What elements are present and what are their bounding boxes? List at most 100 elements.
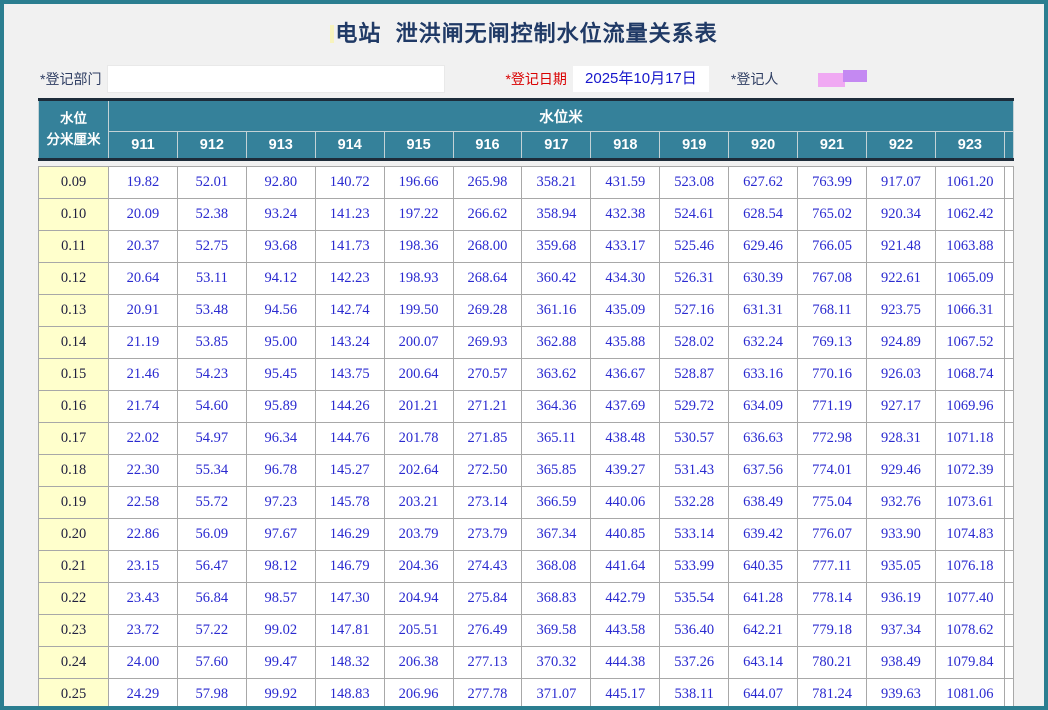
group-header-row: 水位 分米厘米 水位米 <box>39 100 1014 132</box>
row-spacer-cell <box>1004 327 1013 359</box>
cell-0.24-919: 537.26 <box>660 647 729 679</box>
cell-0.13-914: 142.74 <box>315 295 384 327</box>
cell-0.25-916: 277.78 <box>453 679 522 710</box>
row-spacer-cell <box>1004 199 1013 231</box>
cell-0.14-911: 21.19 <box>109 327 178 359</box>
date-field[interactable]: 2025年10月17日 <box>573 66 709 92</box>
table-row: 0.1421.1953.8595.00143.24200.07269.93362… <box>39 327 1014 359</box>
cell-0.23-913: 99.02 <box>246 615 315 647</box>
column-header-923: 923 <box>935 132 1004 160</box>
cell-0.17-912: 54.97 <box>177 423 246 455</box>
cell-0.23-915: 205.51 <box>384 615 453 647</box>
cell-0.21-918: 441.64 <box>591 551 660 583</box>
cell-0.25-912: 57.98 <box>177 679 246 710</box>
table-body: 0.0919.8252.0192.80140.72196.66265.98358… <box>39 160 1014 710</box>
cell-0.25-911: 24.29 <box>109 679 178 710</box>
cell-0.15-912: 54.23 <box>177 359 246 391</box>
cell-0.09-921: 763.99 <box>798 167 867 199</box>
date-label: *登记日期 <box>505 69 566 89</box>
registrant-signature-redaction <box>818 70 868 88</box>
dept-input[interactable] <box>107 65 445 93</box>
cell-0.10-919: 524.61 <box>660 199 729 231</box>
column-header-911: 911 <box>109 132 178 160</box>
cell-0.24-911: 24.00 <box>109 647 178 679</box>
title-bar: 电站 泄洪闸无闸控制水位流量关系表 <box>4 17 1044 51</box>
column-header-921: 921 <box>798 132 867 160</box>
cell-0.21-917: 368.08 <box>522 551 591 583</box>
dept-label: *登记部门 <box>40 69 101 89</box>
registration-form-row: *登记部门 *登记日期 2025年10月17日 *登记人 <box>40 64 1044 94</box>
cell-0.19-912: 55.72 <box>177 487 246 519</box>
cell-0.16-918: 437.69 <box>591 391 660 423</box>
table-row: 0.2022.8656.0997.67146.29203.79273.79367… <box>39 519 1014 551</box>
row-header-0.25: 0.25 <box>39 679 109 710</box>
cell-0.23-919: 536.40 <box>660 615 729 647</box>
cell-0.25-914: 148.83 <box>315 679 384 710</box>
cell-0.14-918: 435.88 <box>591 327 660 359</box>
row-header-0.14: 0.14 <box>39 327 109 359</box>
cell-0.17-921: 772.98 <box>798 423 867 455</box>
flow-table-container: 水位 分米厘米 水位米 9119129139149159169179189199… <box>38 98 1044 710</box>
cell-0.09-915: 196.66 <box>384 167 453 199</box>
cell-0.15-916: 270.57 <box>453 359 522 391</box>
cell-0.24-913: 99.47 <box>246 647 315 679</box>
cell-0.20-916: 273.79 <box>453 519 522 551</box>
cell-0.23-914: 147.81 <box>315 615 384 647</box>
cell-0.11-918: 433.17 <box>591 231 660 263</box>
cell-0.21-916: 274.43 <box>453 551 522 583</box>
row-spacer-cell <box>1004 519 1013 551</box>
cell-0.22-918: 442.79 <box>591 583 660 615</box>
cell-0.13-920: 631.31 <box>729 295 798 327</box>
cell-0.13-913: 94.56 <box>246 295 315 327</box>
cell-0.18-911: 22.30 <box>109 455 178 487</box>
cell-0.21-911: 23.15 <box>109 551 178 583</box>
cell-0.10-913: 93.24 <box>246 199 315 231</box>
scribble-purple-block <box>843 70 867 82</box>
text-cursor-mark <box>330 25 334 43</box>
row-header-0.09: 0.09 <box>39 167 109 199</box>
cell-0.11-923: 1063.88 <box>935 231 1004 263</box>
cell-0.12-922: 922.61 <box>866 263 935 295</box>
cell-0.24-916: 277.13 <box>453 647 522 679</box>
cell-0.15-922: 926.03 <box>866 359 935 391</box>
cell-0.20-920: 639.42 <box>729 519 798 551</box>
cell-0.20-913: 97.67 <box>246 519 315 551</box>
cell-0.16-911: 21.74 <box>109 391 178 423</box>
cell-0.20-923: 1074.83 <box>935 519 1004 551</box>
corner-header-line2: 分米厘米 <box>39 130 108 151</box>
cell-0.18-917: 365.85 <box>522 455 591 487</box>
row-header-0.12: 0.12 <box>39 263 109 295</box>
cell-0.14-922: 924.89 <box>866 327 935 359</box>
cell-0.12-918: 434.30 <box>591 263 660 295</box>
cell-0.21-921: 777.11 <box>798 551 867 583</box>
cell-0.15-913: 95.45 <box>246 359 315 391</box>
cell-0.15-918: 436.67 <box>591 359 660 391</box>
cell-0.15-911: 21.46 <box>109 359 178 391</box>
cell-0.22-914: 147.30 <box>315 583 384 615</box>
column-header-914: 914 <box>315 132 384 160</box>
cell-0.11-912: 52.75 <box>177 231 246 263</box>
cell-0.19-920: 638.49 <box>729 487 798 519</box>
cell-0.13-916: 269.28 <box>453 295 522 327</box>
cell-0.16-921: 771.19 <box>798 391 867 423</box>
cell-0.17-916: 271.85 <box>453 423 522 455</box>
cell-0.11-921: 766.05 <box>798 231 867 263</box>
cell-0.24-923: 1079.84 <box>935 647 1004 679</box>
water-level-flow-table: 水位 分米厘米 水位米 9119129139149159169179189199… <box>38 98 1014 710</box>
row-spacer-cell <box>1004 359 1013 391</box>
cell-0.25-915: 206.96 <box>384 679 453 710</box>
cell-0.09-916: 265.98 <box>453 167 522 199</box>
cell-0.17-915: 201.78 <box>384 423 453 455</box>
cell-0.19-915: 203.21 <box>384 487 453 519</box>
cell-0.17-922: 928.31 <box>866 423 935 455</box>
cell-0.10-921: 765.02 <box>798 199 867 231</box>
row-header-0.21: 0.21 <box>39 551 109 583</box>
column-header-918: 918 <box>591 132 660 160</box>
cell-0.13-911: 20.91 <box>109 295 178 327</box>
cell-0.22-911: 23.43 <box>109 583 178 615</box>
cell-0.19-917: 366.59 <box>522 487 591 519</box>
cell-0.12-912: 53.11 <box>177 263 246 295</box>
cell-0.13-922: 923.75 <box>866 295 935 327</box>
row-header-0.16: 0.16 <box>39 391 109 423</box>
cell-0.14-913: 95.00 <box>246 327 315 359</box>
